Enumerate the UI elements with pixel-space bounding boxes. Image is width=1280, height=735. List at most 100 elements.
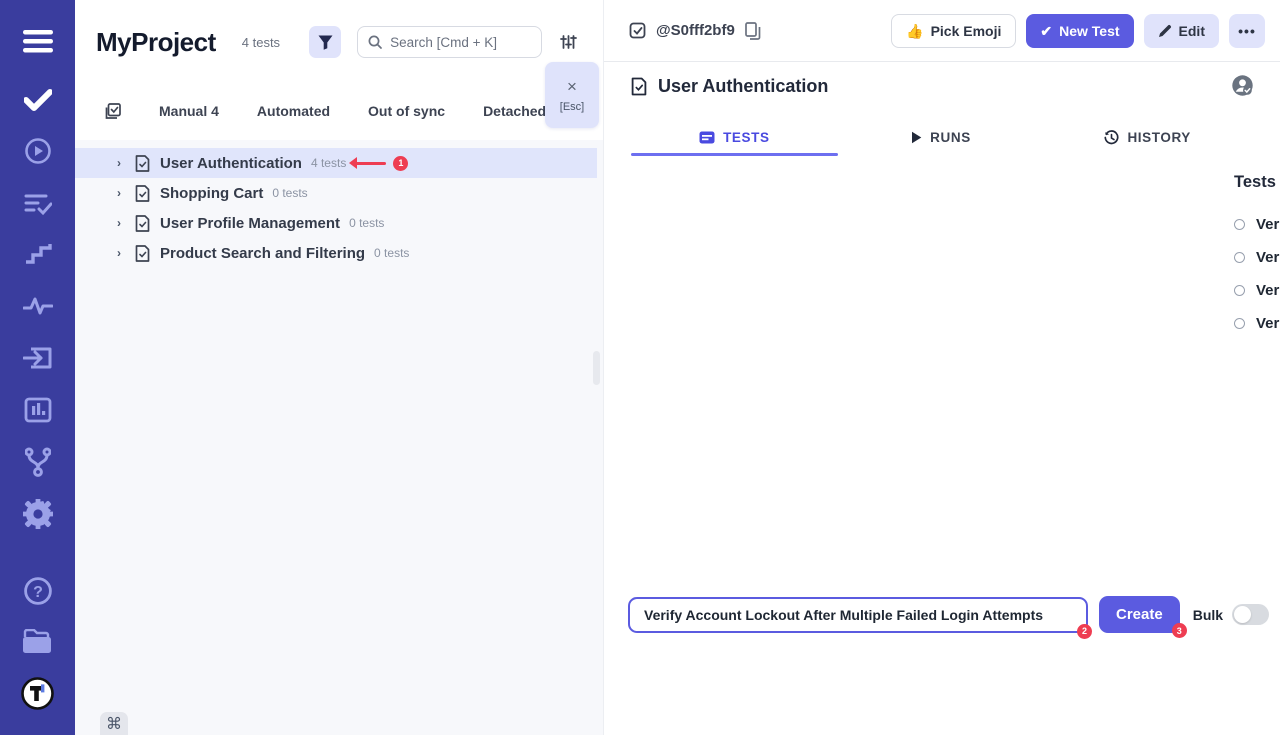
copy-id-button[interactable] bbox=[745, 22, 761, 40]
annotation-arrow-1 bbox=[352, 162, 386, 165]
runs-tab-icon bbox=[911, 131, 922, 144]
sliders-icon bbox=[560, 34, 577, 50]
pick-emoji-label: Pick Emoji bbox=[931, 23, 1002, 39]
steps-nav-icon[interactable] bbox=[0, 240, 75, 266]
chevron-right-icon[interactable]: › bbox=[117, 246, 127, 260]
suite-checkbox-icon bbox=[629, 22, 647, 40]
test-status-circle[interactable] bbox=[1234, 285, 1245, 296]
filter-button[interactable] bbox=[309, 26, 341, 58]
test-row[interactable]: Verify User Login with Invalid Password … bbox=[1234, 241, 1280, 274]
project-tests-count: 4 tests bbox=[242, 35, 280, 50]
bulk-toggle[interactable] bbox=[1232, 604, 1269, 625]
suite-label: Product Search and Filtering bbox=[160, 245, 365, 262]
tab-history[interactable]: HISTORY bbox=[1044, 120, 1251, 155]
pick-emoji-button[interactable]: 👍 Pick Emoji bbox=[891, 14, 1016, 48]
tab-out-of-sync[interactable]: Out of sync bbox=[368, 103, 445, 119]
suite-doc-icon bbox=[135, 185, 150, 202]
suite-title: User Authentication bbox=[658, 76, 828, 97]
tab-detached[interactable]: Detached bbox=[483, 103, 546, 119]
suite-id: @S0fff2bf9 bbox=[656, 22, 735, 39]
edit-label: Edit bbox=[1179, 23, 1205, 39]
suites-panel: MyProject 4 tests Manual 4 Automated Out… bbox=[75, 0, 603, 735]
runs-nav-icon[interactable] bbox=[0, 137, 75, 165]
edit-button[interactable]: Edit bbox=[1144, 14, 1219, 48]
suite-doc-icon bbox=[135, 215, 150, 232]
chevron-right-icon[interactable]: › bbox=[117, 186, 127, 200]
tests-nav-icon[interactable] bbox=[0, 86, 75, 114]
tree-row-user-authentication[interactable]: › User Authentication 4 tests 1 bbox=[75, 148, 597, 178]
new-test-button[interactable]: ✔ New Test bbox=[1026, 14, 1133, 48]
suite-count: 0 tests bbox=[374, 246, 409, 260]
annotation-badge-2: 2 bbox=[1077, 624, 1092, 639]
assignee-avatar-icon[interactable] bbox=[1231, 74, 1254, 97]
nav-rail: ? bbox=[0, 0, 75, 735]
test-title: Verify User Login with Empty Username bbox=[1256, 282, 1280, 299]
project-title: MyProject bbox=[96, 27, 216, 58]
new-test-title-input[interactable] bbox=[628, 597, 1088, 633]
select-all-icon bbox=[104, 103, 121, 120]
tree-row-user-profile-management[interactable]: › User Profile Management 0 tests bbox=[75, 208, 597, 238]
suite-doc-icon bbox=[631, 77, 647, 96]
test-row[interactable]: Verify Password Reset Functionality manu… bbox=[1234, 307, 1280, 340]
test-list: Verify User Login with Valid Credentials… bbox=[1234, 208, 1280, 340]
esc-key-label: [Esc] bbox=[560, 101, 584, 113]
detail-tabs: TESTS RUNS HISTORY bbox=[631, 120, 1251, 155]
chevron-right-icon[interactable]: › bbox=[117, 156, 127, 170]
search-input[interactable] bbox=[390, 35, 530, 50]
activity-nav-icon[interactable] bbox=[0, 293, 75, 319]
copy-icon bbox=[745, 22, 761, 40]
thumbs-up-icon: 👍 bbox=[906, 23, 923, 40]
tree-row-product-search[interactable]: › Product Search and Filtering 0 tests bbox=[75, 238, 597, 268]
tab-out-of-sync-label: Out of sync bbox=[368, 103, 445, 119]
hamburger-menu-icon[interactable] bbox=[0, 26, 75, 56]
select-all-button[interactable] bbox=[104, 103, 121, 120]
suite-doc-icon bbox=[135, 245, 150, 262]
suite-count: 0 tests bbox=[349, 216, 384, 230]
close-icon[interactable]: × bbox=[567, 78, 577, 95]
analytics-nav-icon[interactable] bbox=[0, 396, 75, 424]
scrollbar-thumb[interactable] bbox=[593, 351, 600, 385]
chevron-right-icon[interactable]: › bbox=[117, 216, 127, 230]
check-icon: ✔ bbox=[1040, 23, 1052, 40]
bulk-label: Bulk bbox=[1193, 607, 1223, 623]
suite-detail-header: @S0fff2bf9 👍 Pick Emoji ✔ New Test Edit ••… bbox=[604, 0, 1280, 62]
cmd-key-hint[interactable]: ⌘ bbox=[100, 712, 128, 735]
tree-row-shopping-cart[interactable]: › Shopping Cart 0 tests bbox=[75, 178, 597, 208]
help-icon[interactable]: ? bbox=[0, 576, 75, 606]
suite-count: 4 tests bbox=[311, 156, 346, 170]
annotation-badge-3: 3 bbox=[1172, 623, 1187, 638]
test-status-circle[interactable] bbox=[1234, 219, 1245, 230]
import-nav-icon[interactable] bbox=[0, 344, 75, 372]
create-button[interactable]: Create bbox=[1099, 596, 1180, 633]
annotation-badge-1: 1 bbox=[393, 156, 408, 171]
pencil-icon bbox=[1158, 24, 1172, 38]
search-box[interactable] bbox=[357, 26, 542, 58]
suite-label: User Profile Management bbox=[160, 215, 340, 232]
test-status-circle[interactable] bbox=[1234, 318, 1245, 329]
filter-tabs: Manual 4 Automated Out of sync Detached bbox=[75, 92, 603, 130]
suite-tree: › User Authentication 4 tests 1 › Shoppi… bbox=[75, 148, 597, 268]
more-actions-button[interactable]: ••• bbox=[1229, 14, 1265, 48]
branches-nav-icon[interactable] bbox=[0, 447, 75, 477]
tab-automated-label: Automated bbox=[257, 103, 330, 119]
new-test-label: New Test bbox=[1059, 23, 1119, 39]
test-plans-nav-icon[interactable] bbox=[0, 190, 75, 218]
suite-doc-icon bbox=[135, 155, 150, 172]
tab-automated[interactable]: Automated bbox=[257, 103, 330, 119]
view-settings-button[interactable] bbox=[560, 34, 577, 50]
app-logo[interactable] bbox=[0, 677, 75, 709]
test-status-circle[interactable] bbox=[1234, 252, 1245, 263]
test-title: Verify Password Reset Functionality bbox=[1256, 315, 1280, 332]
tab-runs[interactable]: RUNS bbox=[838, 120, 1045, 155]
settings-gear-icon[interactable] bbox=[0, 498, 75, 530]
tests-heading: Tests (4) bbox=[1234, 173, 1280, 192]
tab-manual[interactable]: Manual 4 bbox=[159, 103, 219, 119]
test-row[interactable]: Verify User Login with Valid Credentials… bbox=[1234, 208, 1280, 241]
tests-tab-icon bbox=[699, 131, 715, 144]
funnel-icon bbox=[318, 35, 333, 50]
tab-tests[interactable]: TESTS bbox=[631, 120, 838, 155]
folder-icon[interactable] bbox=[0, 628, 75, 656]
suites-panel-header: MyProject 4 tests Manual 4 Automated Out… bbox=[75, 0, 603, 140]
tab-tests-label: TESTS bbox=[723, 130, 770, 145]
test-row[interactable]: Verify User Login with Empty Username ma… bbox=[1234, 274, 1280, 307]
